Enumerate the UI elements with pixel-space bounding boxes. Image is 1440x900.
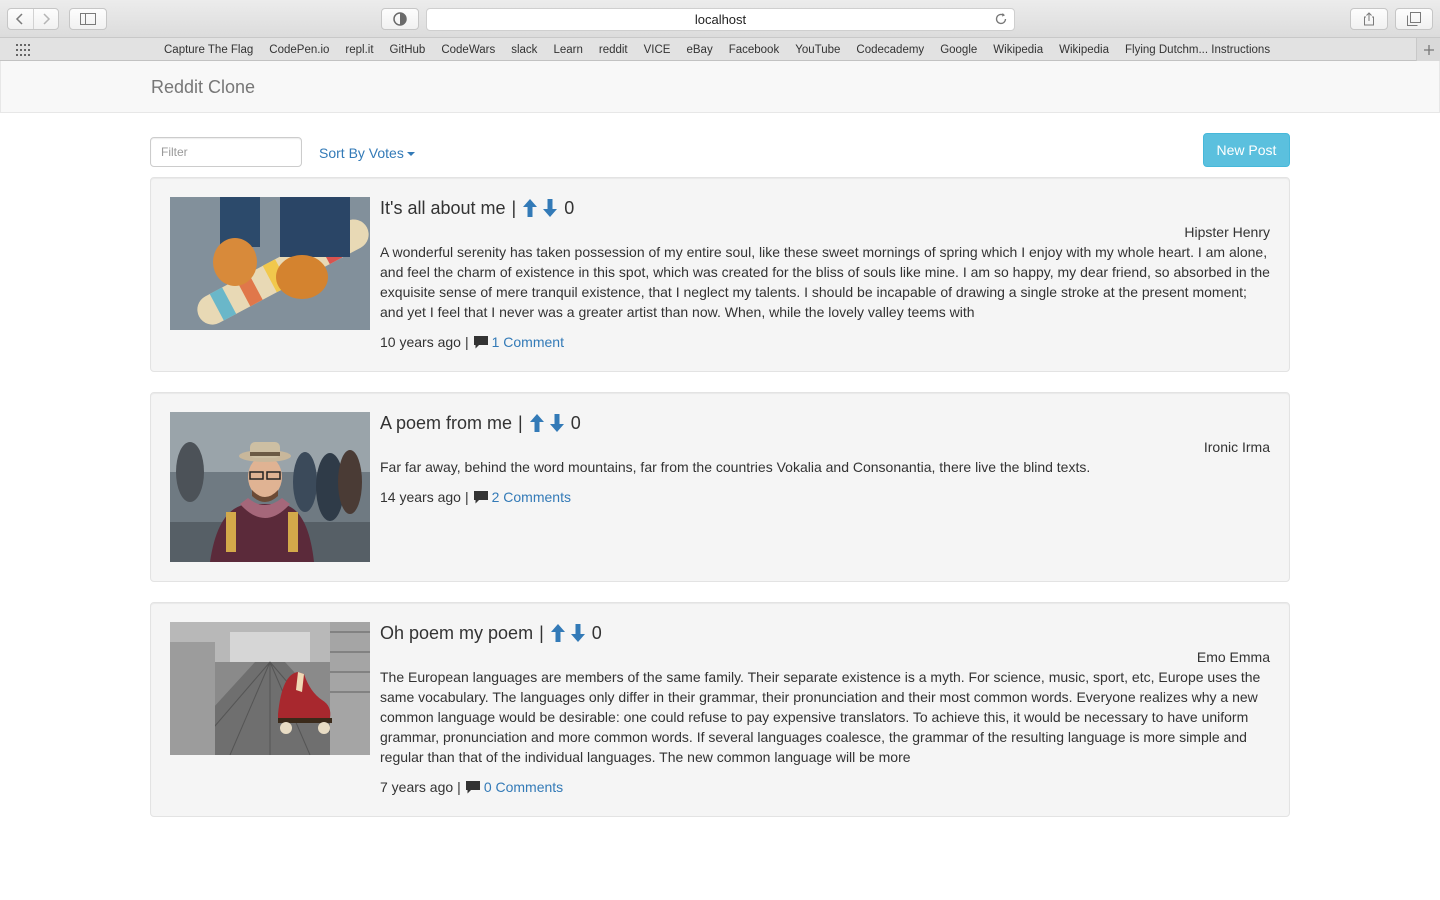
- url-text: localhost: [694, 12, 747, 27]
- upvote-arrow-icon[interactable]: [520, 197, 540, 219]
- bookmark-link[interactable]: CodePen.io: [261, 44, 337, 56]
- bookmark-link[interactable]: repl.it: [337, 44, 381, 56]
- top-sites-grid-icon[interactable]: [16, 43, 30, 59]
- post-text: Far far away, behind the word mountains,…: [380, 459, 1091, 475]
- shield-icon: [393, 12, 407, 26]
- post-meta: 14 years ago | 2 Comments: [380, 487, 1270, 507]
- downvote-arrow-icon[interactable]: [540, 197, 560, 219]
- bookmark-link[interactable]: VICE: [636, 44, 679, 56]
- post-title[interactable]: A poem from me: [380, 413, 512, 434]
- post-card: It's all about me | 0 Hipster Henry A wo…: [150, 177, 1290, 372]
- post-timestamp: 7 years ago: [380, 779, 454, 795]
- sort-dropdown[interactable]: Sort By Votes: [319, 145, 415, 161]
- bookmark-link[interactable]: Wikipedia: [985, 44, 1051, 56]
- upvote-arrow-icon[interactable]: [548, 622, 568, 644]
- navbar-brand[interactable]: Reddit Clone: [151, 77, 255, 98]
- post-title[interactable]: Oh poem my poem: [380, 623, 533, 644]
- comment-icon: [465, 780, 480, 793]
- chevron-left-icon: [16, 13, 23, 25]
- back-button[interactable]: [8, 9, 33, 29]
- meta-separator: |: [464, 489, 469, 505]
- new-tab-button[interactable]: [1416, 38, 1440, 61]
- bookmark-link[interactable]: slack: [503, 44, 545, 56]
- post-card: A poem from me | 0 Ironic Irma Far far a…: [150, 392, 1290, 582]
- post-card: Oh poem my poem | 0 Emo Emma The Europea…: [150, 602, 1290, 817]
- sort-label: Sort By Votes: [319, 145, 404, 161]
- bookmark-link[interactable]: Google: [932, 44, 985, 56]
- privacy-button[interactable]: [381, 8, 419, 30]
- bookmark-link[interactable]: CodeWars: [433, 44, 503, 56]
- bookmark-link[interactable]: Flying Dutchm... Instructions: [1117, 44, 1278, 56]
- comment-icon: [473, 335, 488, 348]
- post-title-row: Oh poem my poem | 0: [380, 622, 1270, 644]
- post-text: The European languages are members of th…: [380, 669, 1261, 765]
- bookmarks-bar: Capture The Flag CodePen.io repl.it GitH…: [0, 38, 1440, 61]
- app-navbar: Reddit Clone: [0, 61, 1440, 113]
- sidebar-toggle-button[interactable]: [69, 8, 107, 30]
- plus-icon: [1423, 44, 1434, 55]
- title-separator: |: [518, 412, 523, 433]
- bookmark-link[interactable]: GitHub: [382, 44, 434, 56]
- filter-input[interactable]: [150, 137, 302, 167]
- post-text: A wonderful serenity has taken possessio…: [380, 244, 1270, 320]
- title-separator: |: [539, 622, 544, 643]
- bookmark-link[interactable]: Facebook: [721, 44, 788, 56]
- address-bar[interactable]: localhost: [426, 8, 1015, 31]
- tabs-overview-button[interactable]: [1395, 8, 1433, 30]
- bookmark-link[interactable]: Codecademy: [848, 44, 932, 56]
- vote-score: 0: [591, 622, 602, 643]
- post-body: A poem from me | 0 Ironic Irma Far far a…: [380, 412, 1270, 507]
- post-author: Hipster Henry: [1184, 224, 1270, 240]
- roller-skates-photo[interactable]: [170, 622, 370, 755]
- post-body: It's all about me | 0 Hipster Henry A wo…: [380, 197, 1270, 352]
- post-meta: 7 years ago | 0 Comments: [380, 777, 1270, 797]
- reload-icon[interactable]: [994, 12, 1008, 29]
- vote-score: 0: [570, 412, 581, 433]
- post-author: Ironic Irma: [1203, 439, 1270, 455]
- post-body: Oh poem my poem | 0 Emo Emma The Europea…: [380, 622, 1270, 797]
- comments-link[interactable]: 0 Comments: [484, 777, 563, 797]
- bookmark-list: Capture The Flag CodePen.io repl.it GitH…: [156, 38, 1278, 61]
- downvote-arrow-icon[interactable]: [547, 412, 567, 434]
- bookmark-link[interactable]: Capture The Flag: [156, 44, 261, 56]
- post-timestamp: 10 years ago: [380, 334, 461, 350]
- post-title[interactable]: It's all about me: [380, 198, 506, 219]
- bookmark-link[interactable]: reddit: [591, 44, 636, 56]
- post-title-row: It's all about me | 0: [380, 197, 1270, 219]
- forward-button[interactable]: [32, 9, 59, 29]
- meta-separator: |: [457, 779, 461, 795]
- comments-link[interactable]: 2 Comments: [492, 487, 571, 507]
- history-nav: [7, 8, 59, 30]
- tabs-icon: [1407, 12, 1421, 26]
- downvote-arrow-icon[interactable]: [568, 622, 588, 644]
- bookmark-link[interactable]: Learn: [545, 44, 590, 56]
- sidebar-icon: [80, 13, 96, 25]
- post-timestamp: 14 years ago: [380, 489, 461, 505]
- bookmark-link[interactable]: Wikipedia: [1051, 44, 1117, 56]
- hipster-man-photo[interactable]: [170, 412, 370, 562]
- post-title-row: A poem from me | 0: [380, 412, 1270, 434]
- comment-icon: [473, 490, 488, 503]
- title-separator: |: [511, 197, 517, 218]
- bookmark-link[interactable]: YouTube: [787, 44, 848, 56]
- bookmark-link[interactable]: eBay: [678, 44, 720, 56]
- upvote-arrow-icon[interactable]: [527, 412, 547, 434]
- caret-down-icon: [406, 152, 415, 156]
- browser-toolbar: localhost: [0, 0, 1440, 38]
- skateboard-shoes-photo[interactable]: [170, 197, 370, 330]
- share-icon: [1364, 12, 1374, 26]
- comments-link[interactable]: 1 Comment: [492, 332, 564, 352]
- post-author: Emo Emma: [1196, 649, 1270, 665]
- new-post-button[interactable]: New Post: [1203, 133, 1290, 167]
- post-meta: 10 years ago | 1 Comment: [380, 332, 1270, 352]
- meta-separator: |: [464, 334, 469, 350]
- chevron-right-icon: [43, 13, 50, 25]
- share-button[interactable]: [1350, 8, 1388, 30]
- vote-score: 0: [564, 197, 575, 218]
